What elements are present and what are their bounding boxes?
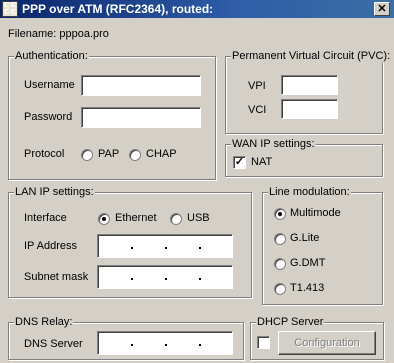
line-modulation-legend: Line modulation: — [268, 186, 351, 199]
subnet-mask-input[interactable] — [97, 265, 233, 289]
pvc-legend: Permanent Virtual Circuit (PVC): — [231, 50, 392, 63]
nat-label: NAT — [251, 156, 273, 168]
username-label: Username — [24, 79, 75, 91]
subnet-mask-label: Subnet mask — [24, 271, 89, 283]
multimode-radio[interactable] — [274, 208, 286, 220]
vpi-label: VPI — [248, 80, 266, 92]
nat-checkbox[interactable]: ✓ — [233, 156, 246, 169]
app-icon: C C C C — [2, 1, 18, 17]
dhcp-server-group: DHCP Server Configuration — [250, 316, 384, 360]
lan-legend: LAN IP settings: — [14, 186, 95, 199]
filename-row: Filename: pppoa.pro — [8, 28, 109, 40]
mask-separators — [98, 274, 232, 286]
gdmt-radio[interactable] — [274, 258, 286, 270]
ethernet-label: Ethernet — [115, 212, 157, 224]
line-modulation-group: Line modulation: Multimode G.Lite G.DMT … — [262, 186, 383, 305]
dns-relay-legend: DNS Relay: — [14, 316, 74, 329]
dhcp-server-legend: DHCP Server — [256, 316, 325, 329]
t1413-label: T1.413 — [290, 282, 325, 294]
usb-label: USB — [187, 212, 210, 224]
window-title: PPP over ATM (RFC2364), routed: — [22, 2, 214, 16]
dhcp-checkbox[interactable] — [257, 336, 270, 349]
password-input[interactable] — [81, 107, 201, 128]
app-icon-letter: C — [4, 8, 10, 16]
interface-label: Interface — [24, 212, 67, 224]
close-button[interactable]: ✕ — [374, 2, 390, 16]
glite-radio[interactable] — [274, 233, 286, 245]
dns-separators — [98, 340, 232, 352]
filename-value: pppoa.pro — [59, 28, 109, 40]
ip-address-label: IP Address — [24, 240, 77, 252]
lan-group: LAN IP settings: Interface Ethernet USB … — [8, 186, 252, 298]
ethernet-radio[interactable] — [98, 213, 110, 225]
close-icon: ✕ — [377, 3, 387, 15]
pap-radio[interactable] — [81, 149, 93, 161]
password-label: Password — [24, 111, 73, 123]
ip-separators — [98, 243, 232, 255]
chap-label: CHAP — [146, 148, 177, 160]
vpi-input[interactable] — [281, 75, 338, 95]
dns-server-label: DNS Server — [24, 338, 83, 350]
username-input[interactable] — [81, 75, 201, 96]
wan-legend: WAN IP settings: — [231, 138, 316, 151]
t1413-radio[interactable] — [274, 283, 286, 295]
dns-relay-group: DNS Relay: DNS Server — [8, 316, 244, 360]
configuration-button[interactable]: Configuration — [278, 331, 376, 355]
chap-radio[interactable] — [129, 149, 141, 161]
vci-input[interactable] — [281, 99, 338, 119]
vci-label: VCI — [248, 104, 267, 116]
title-bar[interactable]: C C C C PPP over ATM (RFC2364), routed: … — [0, 0, 394, 18]
multimode-label: Multimode — [290, 207, 341, 219]
pap-label: PAP — [98, 148, 120, 160]
authentication-legend: Authentication: — [14, 50, 89, 63]
wan-group: WAN IP settings: ✓ NAT — [225, 138, 383, 177]
protocol-label: Protocol — [24, 148, 65, 160]
dns-server-input[interactable] — [97, 331, 233, 355]
usb-radio[interactable] — [170, 213, 182, 225]
pvc-group: Permanent Virtual Circuit (PVC): VPI VCI — [225, 50, 392, 134]
filename-label: Filename: — [8, 28, 57, 40]
authentication-group: Authentication: Username Password Protoc… — [8, 50, 216, 180]
gdmt-label: G.DMT — [290, 257, 326, 269]
app-icon-letter: C — [11, 8, 17, 16]
ip-address-input[interactable] — [97, 234, 233, 258]
glite-label: G.Lite — [290, 232, 320, 244]
check-icon: ✓ — [234, 156, 245, 168]
